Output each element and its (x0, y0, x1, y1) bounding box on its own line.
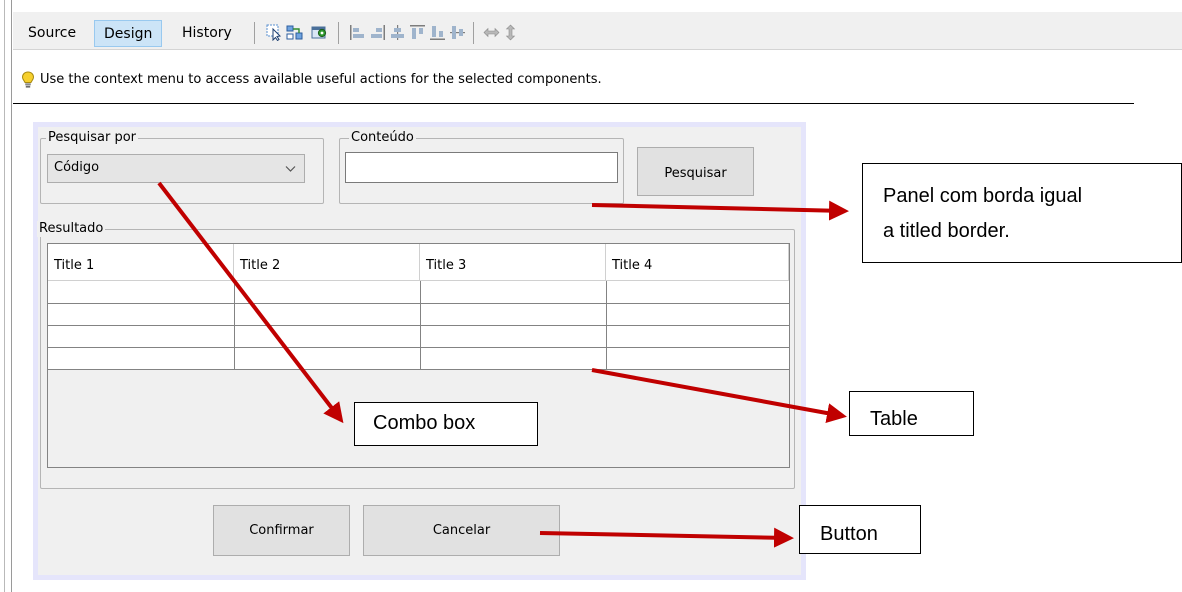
table-column-header[interactable]: Title 2 (234, 244, 420, 281)
button-annotation: Button (799, 505, 921, 554)
align-top-icon[interactable] (409, 24, 426, 41)
change-horizontal-resizability-icon[interactable] (483, 24, 500, 41)
table-row[interactable] (48, 325, 789, 326)
connection-mode-icon[interactable] (286, 24, 303, 41)
toolbar-separator (338, 22, 339, 44)
center-vertically-icon[interactable] (449, 24, 466, 41)
search-by-selected-value: Código (54, 160, 100, 175)
table-column-divider (606, 281, 607, 369)
hint-divider (13, 103, 1134, 104)
lightbulb-icon (21, 71, 35, 88)
search-by-panel-title: Pesquisar por (46, 130, 139, 146)
toolbar-separator (473, 22, 474, 44)
hint-message: Use the context menu to access available… (40, 72, 602, 87)
panel-annotation-line-1: Panel com borda igual (883, 185, 1083, 207)
tab-source[interactable]: Source (19, 20, 85, 47)
content-panel-title: Conteúdo (349, 130, 416, 146)
confirm-button[interactable]: Confirmar (213, 505, 350, 556)
table-row[interactable] (48, 347, 789, 348)
table-column-header[interactable]: Title 3 (420, 244, 606, 281)
combo-box-annotation: Combo box (354, 402, 538, 446)
table-row[interactable] (48, 369, 789, 370)
design-toolbar: Source Design History (13, 12, 1182, 50)
selection-mode-icon[interactable] (266, 24, 283, 41)
table-column-header[interactable]: Title 1 (48, 244, 234, 281)
results-panel-title: Resultado (37, 221, 106, 237)
table-column-divider (234, 281, 235, 369)
chevron-down-icon (285, 166, 296, 172)
editor-left-gutter (0, 0, 12, 592)
panel-annotation: Panel com borda igual a titled border. (862, 163, 1182, 263)
align-left-icon[interactable] (349, 24, 366, 41)
center-horizontally-icon[interactable] (389, 24, 406, 41)
change-vertical-resizability-icon[interactable] (502, 24, 519, 41)
tab-history[interactable]: History (173, 20, 241, 47)
search-by-combo-box[interactable]: Código (47, 154, 305, 183)
align-bottom-icon[interactable] (429, 24, 446, 41)
tab-design[interactable]: Design (94, 20, 163, 47)
preview-design-icon[interactable] (311, 24, 328, 41)
editor-gutter-line (4, 0, 5, 592)
table-column-divider (789, 281, 790, 369)
table-column-divider (420, 281, 421, 369)
table-row[interactable] (48, 303, 789, 304)
align-right-icon[interactable] (369, 24, 386, 41)
table-annotation: Table (849, 391, 974, 436)
cancel-button[interactable]: Cancelar (363, 505, 560, 556)
content-text-field[interactable] (345, 152, 618, 183)
toolbar-separator (254, 22, 255, 44)
search-button[interactable]: Pesquisar (637, 147, 754, 196)
panel-annotation-line-2: a titled border. (883, 220, 1010, 242)
table-column-header[interactable]: Title 4 (606, 244, 789, 281)
